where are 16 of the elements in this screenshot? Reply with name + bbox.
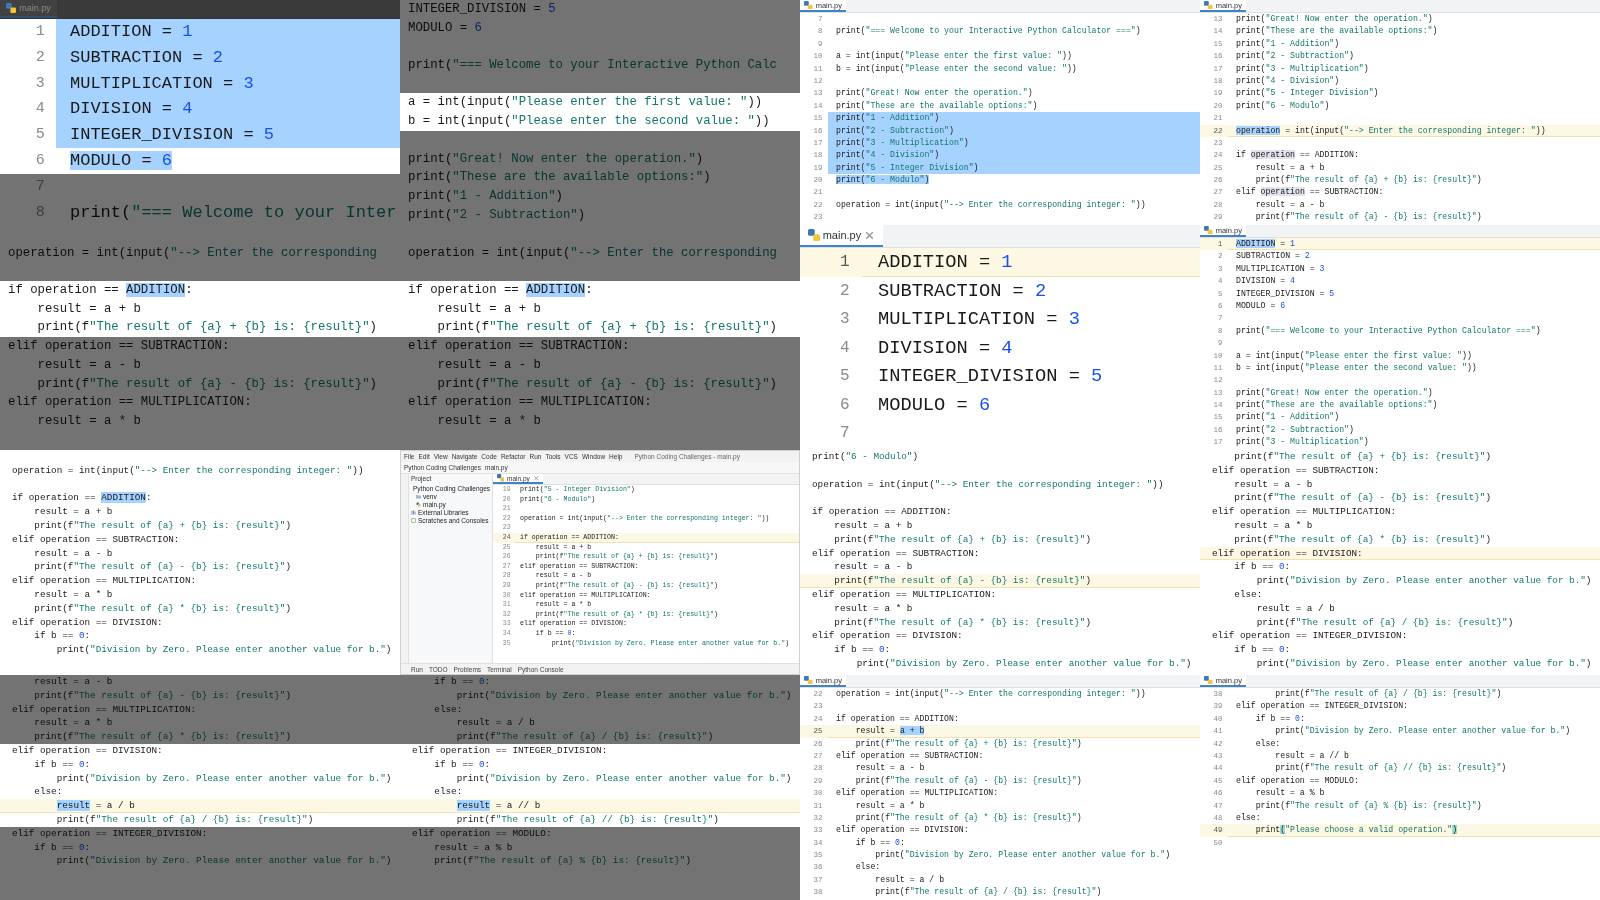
library-icon bbox=[411, 510, 416, 515]
close-icon[interactable] bbox=[864, 229, 876, 241]
python-file-icon bbox=[416, 502, 421, 507]
python-file-icon bbox=[496, 474, 504, 482]
python-file-icon bbox=[804, 0, 813, 10]
python-file-icon bbox=[1204, 675, 1213, 685]
python-file-icon bbox=[807, 229, 820, 241]
file-tab[interactable]: main.py bbox=[800, 225, 883, 247]
python-file-icon bbox=[1204, 0, 1213, 10]
python-file-icon bbox=[804, 675, 813, 685]
python-file-icon bbox=[6, 3, 17, 13]
line-number: 1 bbox=[800, 248, 862, 277]
python-file-icon bbox=[1204, 225, 1213, 235]
close-icon[interactable] bbox=[532, 474, 540, 482]
scratch-icon bbox=[411, 518, 416, 523]
folder-icon bbox=[416, 494, 421, 499]
